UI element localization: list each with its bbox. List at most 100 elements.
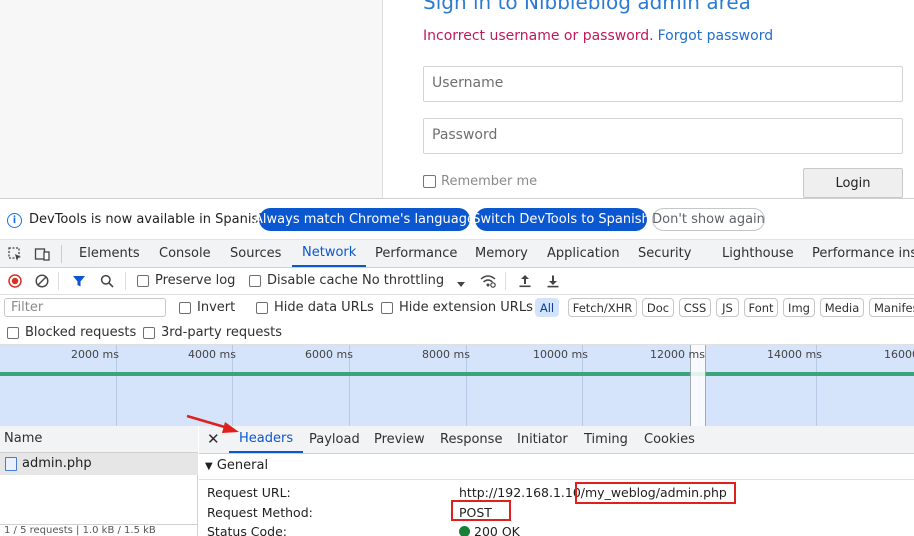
tab-performance[interactable]: Performance <box>375 240 457 267</box>
tick-label: 2000 ms <box>71 348 119 361</box>
always-match-language-button[interactable]: Always match Chrome's language <box>254 208 475 231</box>
hide-extension-urls-label: Hide extension URLs <box>399 300 533 315</box>
request-method-key: Request Method: <box>207 505 313 520</box>
tab-sources[interactable]: Sources <box>230 240 281 267</box>
disable-cache-label: Disable cache <box>267 273 358 288</box>
error-text: Incorrect username or password. <box>423 28 654 44</box>
annotation-method-highlight <box>451 500 511 521</box>
password-field[interactable]: Password <box>423 118 903 154</box>
third-party-checkbox[interactable] <box>143 327 155 339</box>
page-left-pane <box>0 0 383 198</box>
network-conditions-icon[interactable] <box>479 272 497 290</box>
tick-label: 12000 ms <box>650 348 705 361</box>
tick-label: 14000 ms <box>767 348 822 361</box>
search-icon[interactable] <box>98 272 116 290</box>
infobar-message: DevTools is now available in Spanish! <box>29 212 272 227</box>
status-code-text: 200 OK <box>474 524 520 536</box>
toolbar-divider <box>58 272 59 290</box>
chip-js[interactable]: JS <box>716 298 739 317</box>
tab-memory[interactable]: Memory <box>475 240 528 267</box>
hide-data-urls-checkbox[interactable] <box>256 302 268 314</box>
tab-divider <box>61 245 62 263</box>
devtools-language-infobar: i DevTools is now available in Spanish! … <box>0 198 914 240</box>
devtools-main-tabs: Elements Console Sources Network Perform… <box>0 240 914 268</box>
tab-network[interactable]: Network <box>292 240 367 267</box>
stop-recording-icon[interactable] <box>6 272 24 290</box>
expand-triangle-icon: ▼ <box>205 461 213 472</box>
status-code-key: Status Code: <box>207 524 288 536</box>
request-name: admin.php <box>22 456 92 471</box>
switch-to-spanish-button[interactable]: Switch DevTools to Spanish <box>472 208 650 231</box>
tick-label: 10000 ms <box>533 348 588 361</box>
details-tabs: ✕ Headers Payload Preview Response Initi… <box>199 426 914 454</box>
network-overview-timeline[interactable]: 2000 ms 4000 ms 6000 ms 8000 ms 10000 ms… <box>0 345 914 426</box>
login-error-message: Incorrect username or password. Forgot pa… <box>423 28 773 44</box>
chip-css[interactable]: CSS <box>679 298 711 317</box>
chip-doc[interactable]: Doc <box>642 298 674 317</box>
status-ok-dot-icon <box>459 526 470 536</box>
remember-me-label: Remember me <box>441 174 538 189</box>
filter-input[interactable]: Filter <box>4 298 166 317</box>
tab-preview[interactable]: Preview <box>374 426 425 453</box>
request-row-admin-php[interactable]: admin.php <box>0 453 198 475</box>
blocked-requests-checkbox[interactable] <box>7 327 19 339</box>
status-code-value: 200 OK <box>459 524 520 536</box>
tab-elements[interactable]: Elements <box>79 240 140 267</box>
network-toolbar: Preserve log Disable cache No throttling <box>0 268 914 295</box>
tick-label: 4000 ms <box>188 348 236 361</box>
tab-security[interactable]: Security <box>638 240 691 267</box>
upload-icon[interactable] <box>516 272 534 290</box>
tab-lighthouse[interactable]: Lighthouse <box>722 240 794 267</box>
info-icon: i <box>7 213 22 228</box>
request-type-row: Blocked requests 3rd-party requests <box>0 320 914 345</box>
tab-payload[interactable]: Payload <box>309 426 360 453</box>
username-field[interactable]: Username <box>423 66 903 102</box>
tab-performance-insights[interactable]: Performance insi <box>812 240 914 267</box>
filter-icon[interactable] <box>70 272 88 290</box>
chip-font[interactable]: Font <box>744 298 778 317</box>
chip-manifest[interactable]: Manifes <box>869 298 914 317</box>
filter-row: Filter Invert Hide data URLs Hide extens… <box>0 295 914 320</box>
toolbar-divider <box>125 272 126 290</box>
general-section-title: General <box>216 458 269 473</box>
invert-label: Invert <box>197 300 236 315</box>
tick-label: 6000 ms <box>305 348 353 361</box>
tab-response[interactable]: Response <box>440 426 502 453</box>
name-column-header[interactable]: Name <box>0 426 198 453</box>
overview-activity-bar <box>0 372 914 376</box>
chevron-down-icon[interactable] <box>456 277 466 292</box>
invert-checkbox[interactable] <box>179 302 191 314</box>
general-section-header[interactable]: ▼ General <box>199 454 914 480</box>
login-title: Sign in to Nibbleblog admin area <box>423 0 751 14</box>
tab-timing[interactable]: Timing <box>584 426 628 453</box>
tab-initiator[interactable]: Initiator <box>517 426 568 453</box>
throttling-select[interactable]: No throttling <box>362 273 444 288</box>
preserve-log-label: Preserve log <box>155 273 236 288</box>
chip-img[interactable]: Img <box>783 298 815 317</box>
disable-cache-checkbox[interactable] <box>249 275 261 287</box>
hide-extension-urls-checkbox[interactable] <box>381 302 393 314</box>
dont-show-again-button[interactable]: Don't show again <box>652 208 765 231</box>
tab-application[interactable]: Application <box>547 240 620 267</box>
tick-label: 8000 ms <box>422 348 470 361</box>
chip-fetch-xhr[interactable]: Fetch/XHR <box>568 298 637 317</box>
login-button[interactable]: Login <box>803 168 903 198</box>
annotation-arrow-icon <box>186 414 239 433</box>
chip-media[interactable]: Media <box>820 298 864 317</box>
tab-console[interactable]: Console <box>159 240 211 267</box>
forgot-password-link[interactable]: Forgot password <box>658 28 774 44</box>
document-icon <box>5 457 17 471</box>
remember-me-checkbox[interactable] <box>423 175 436 188</box>
tab-cookies[interactable]: Cookies <box>644 426 695 453</box>
inspect-element-icon[interactable] <box>6 245 24 263</box>
device-toolbar-icon[interactable] <box>33 245 51 263</box>
clear-icon[interactable] <box>33 272 51 290</box>
download-icon[interactable] <box>544 272 562 290</box>
toolbar-divider <box>505 272 506 290</box>
hide-data-urls-label: Hide data URLs <box>274 300 374 315</box>
preserve-log-checkbox[interactable] <box>137 275 149 287</box>
requests-summary: 1 / 5 requests | 1.0 kB / 1.5 kB <box>0 524 198 536</box>
blocked-requests-label: Blocked requests <box>25 325 137 340</box>
chip-all[interactable]: All <box>535 298 559 317</box>
request-list-panel: Name admin.php 1 / 5 requests | 1.0 kB /… <box>0 426 198 536</box>
